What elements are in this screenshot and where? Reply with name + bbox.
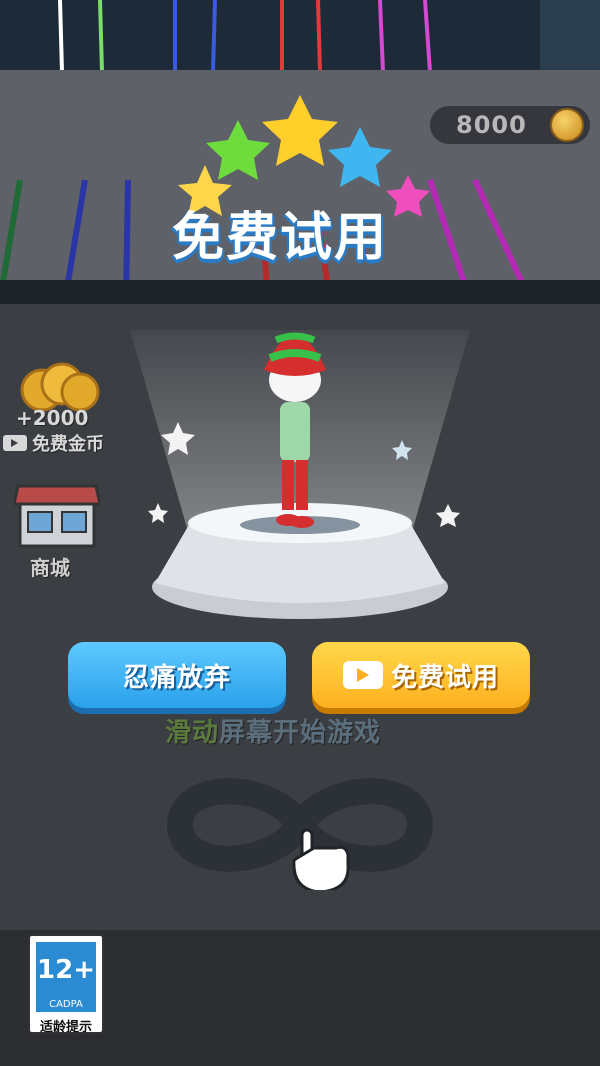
give-up-button[interactable]: 忍痛放弃 — [68, 642, 286, 708]
age-org: CADPA — [36, 998, 96, 1012]
sparkle-star-icon — [161, 422, 195, 455]
give-up-label: 忍痛放弃 — [122, 662, 231, 693]
free-trial-label: 免费试用 — [390, 662, 499, 693]
hint-swipe: 滑动 — [165, 718, 220, 748]
sparkle-star-icon — [392, 440, 412, 460]
age-rating: 12+ — [36, 942, 96, 998]
hint-rest: 屏幕开始游戏 — [219, 718, 382, 748]
age-label: 适龄提示 — [39, 1020, 92, 1035]
swipe-infinity-icon[interactable] — [160, 760, 440, 890]
free-trial-button[interactable]: 免费试用 — [312, 642, 530, 708]
start-hint: 滑动屏幕开始游戏 — [165, 712, 381, 749]
video-icon — [342, 661, 383, 689]
age-rating-badge: 12+ CADPA 适龄提示 — [28, 934, 104, 1035]
elf-character-icon — [264, 332, 326, 528]
